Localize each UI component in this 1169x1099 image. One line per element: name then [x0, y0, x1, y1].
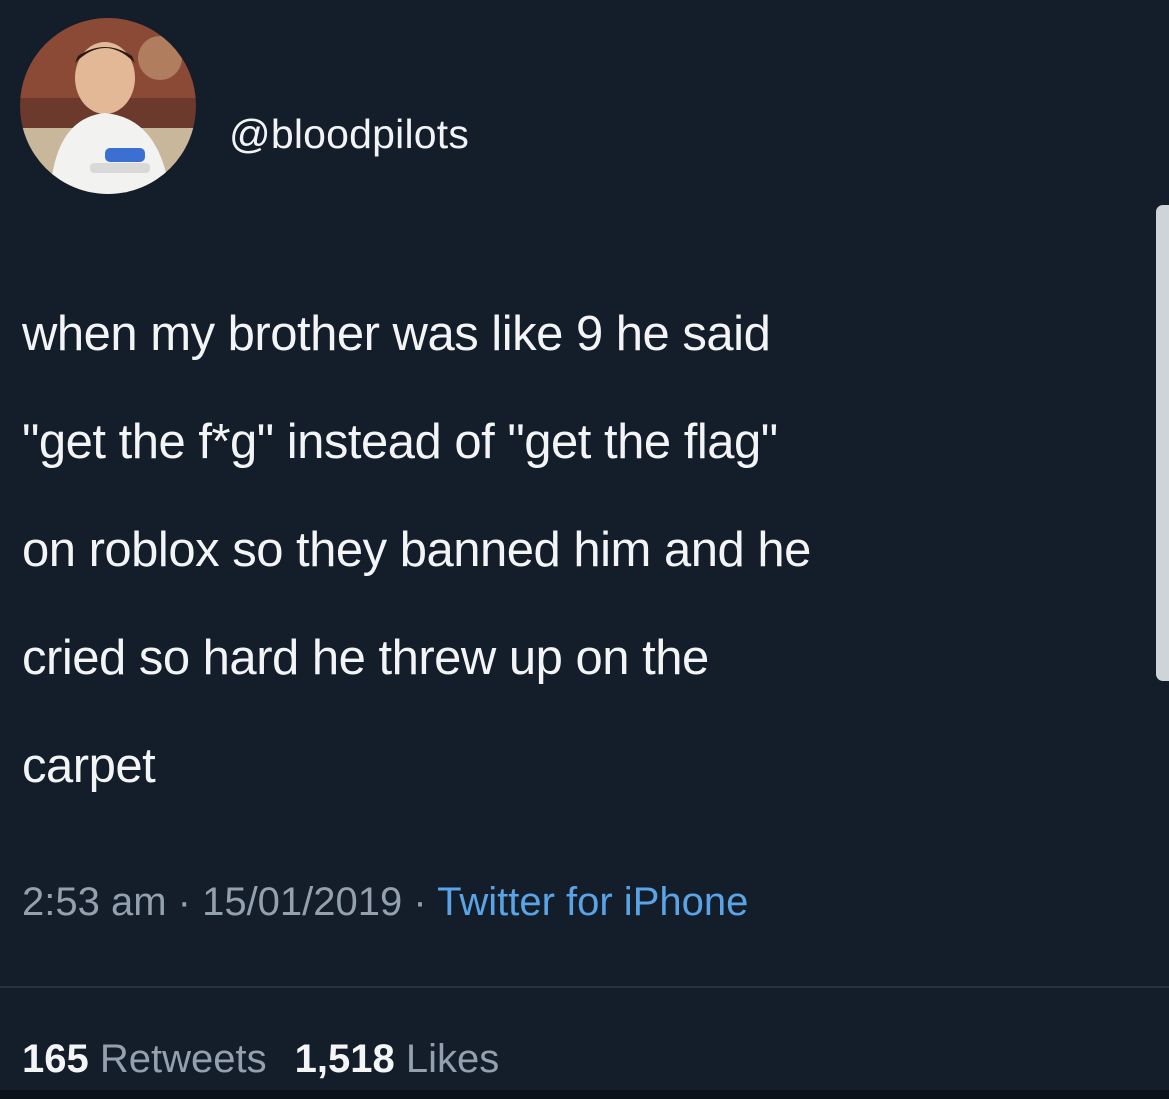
tweet-meta: 2:53 am · 15/01/2019 · Twitter for iPhon… [22, 880, 748, 925]
retweets-stat[interactable]: 165 Retweets [22, 1037, 267, 1081]
user-handle[interactable]: @bloodpilots [229, 111, 469, 158]
tweet-time[interactable]: 2:53 am [22, 880, 167, 924]
tweet-text-line: carpet [22, 739, 156, 793]
retweets-count: 165 [22, 1037, 89, 1081]
meta-separator: · [402, 880, 438, 924]
meta-separator: · [166, 880, 203, 924]
tweet-text-line: on roblox so they banned him and he [22, 523, 811, 577]
bottom-edge [0, 1090, 1169, 1099]
likes-stat[interactable]: 1,518 Likes [295, 1037, 500, 1081]
avatar[interactable] [20, 18, 196, 194]
divider [0, 986, 1169, 988]
tweet-text-line: "get the f*g" instead of "get the flag" [22, 415, 778, 469]
likes-label: Likes [405, 1037, 500, 1081]
likes-count: 1,518 [294, 1037, 395, 1081]
tweet-date[interactable]: 15/01/2019 [202, 880, 402, 924]
tweet-stats: 165 Retweets 1,518 Likes [22, 1037, 499, 1082]
tweet-text: when my brother was like 9 he said "get … [22, 280, 1169, 820]
retweets-label: Retweets [99, 1037, 267, 1081]
profile-photo [20, 18, 196, 194]
tweet-screenshot: @bloodpilots when my brother was like 9 … [0, 0, 1169, 1099]
tweet-text-line: when my brother was like 9 he said [22, 307, 771, 361]
tweet-text-line: cried so hard he threw up on the [22, 631, 709, 685]
tweet-source-link[interactable]: Twitter for iPhone [437, 880, 748, 924]
